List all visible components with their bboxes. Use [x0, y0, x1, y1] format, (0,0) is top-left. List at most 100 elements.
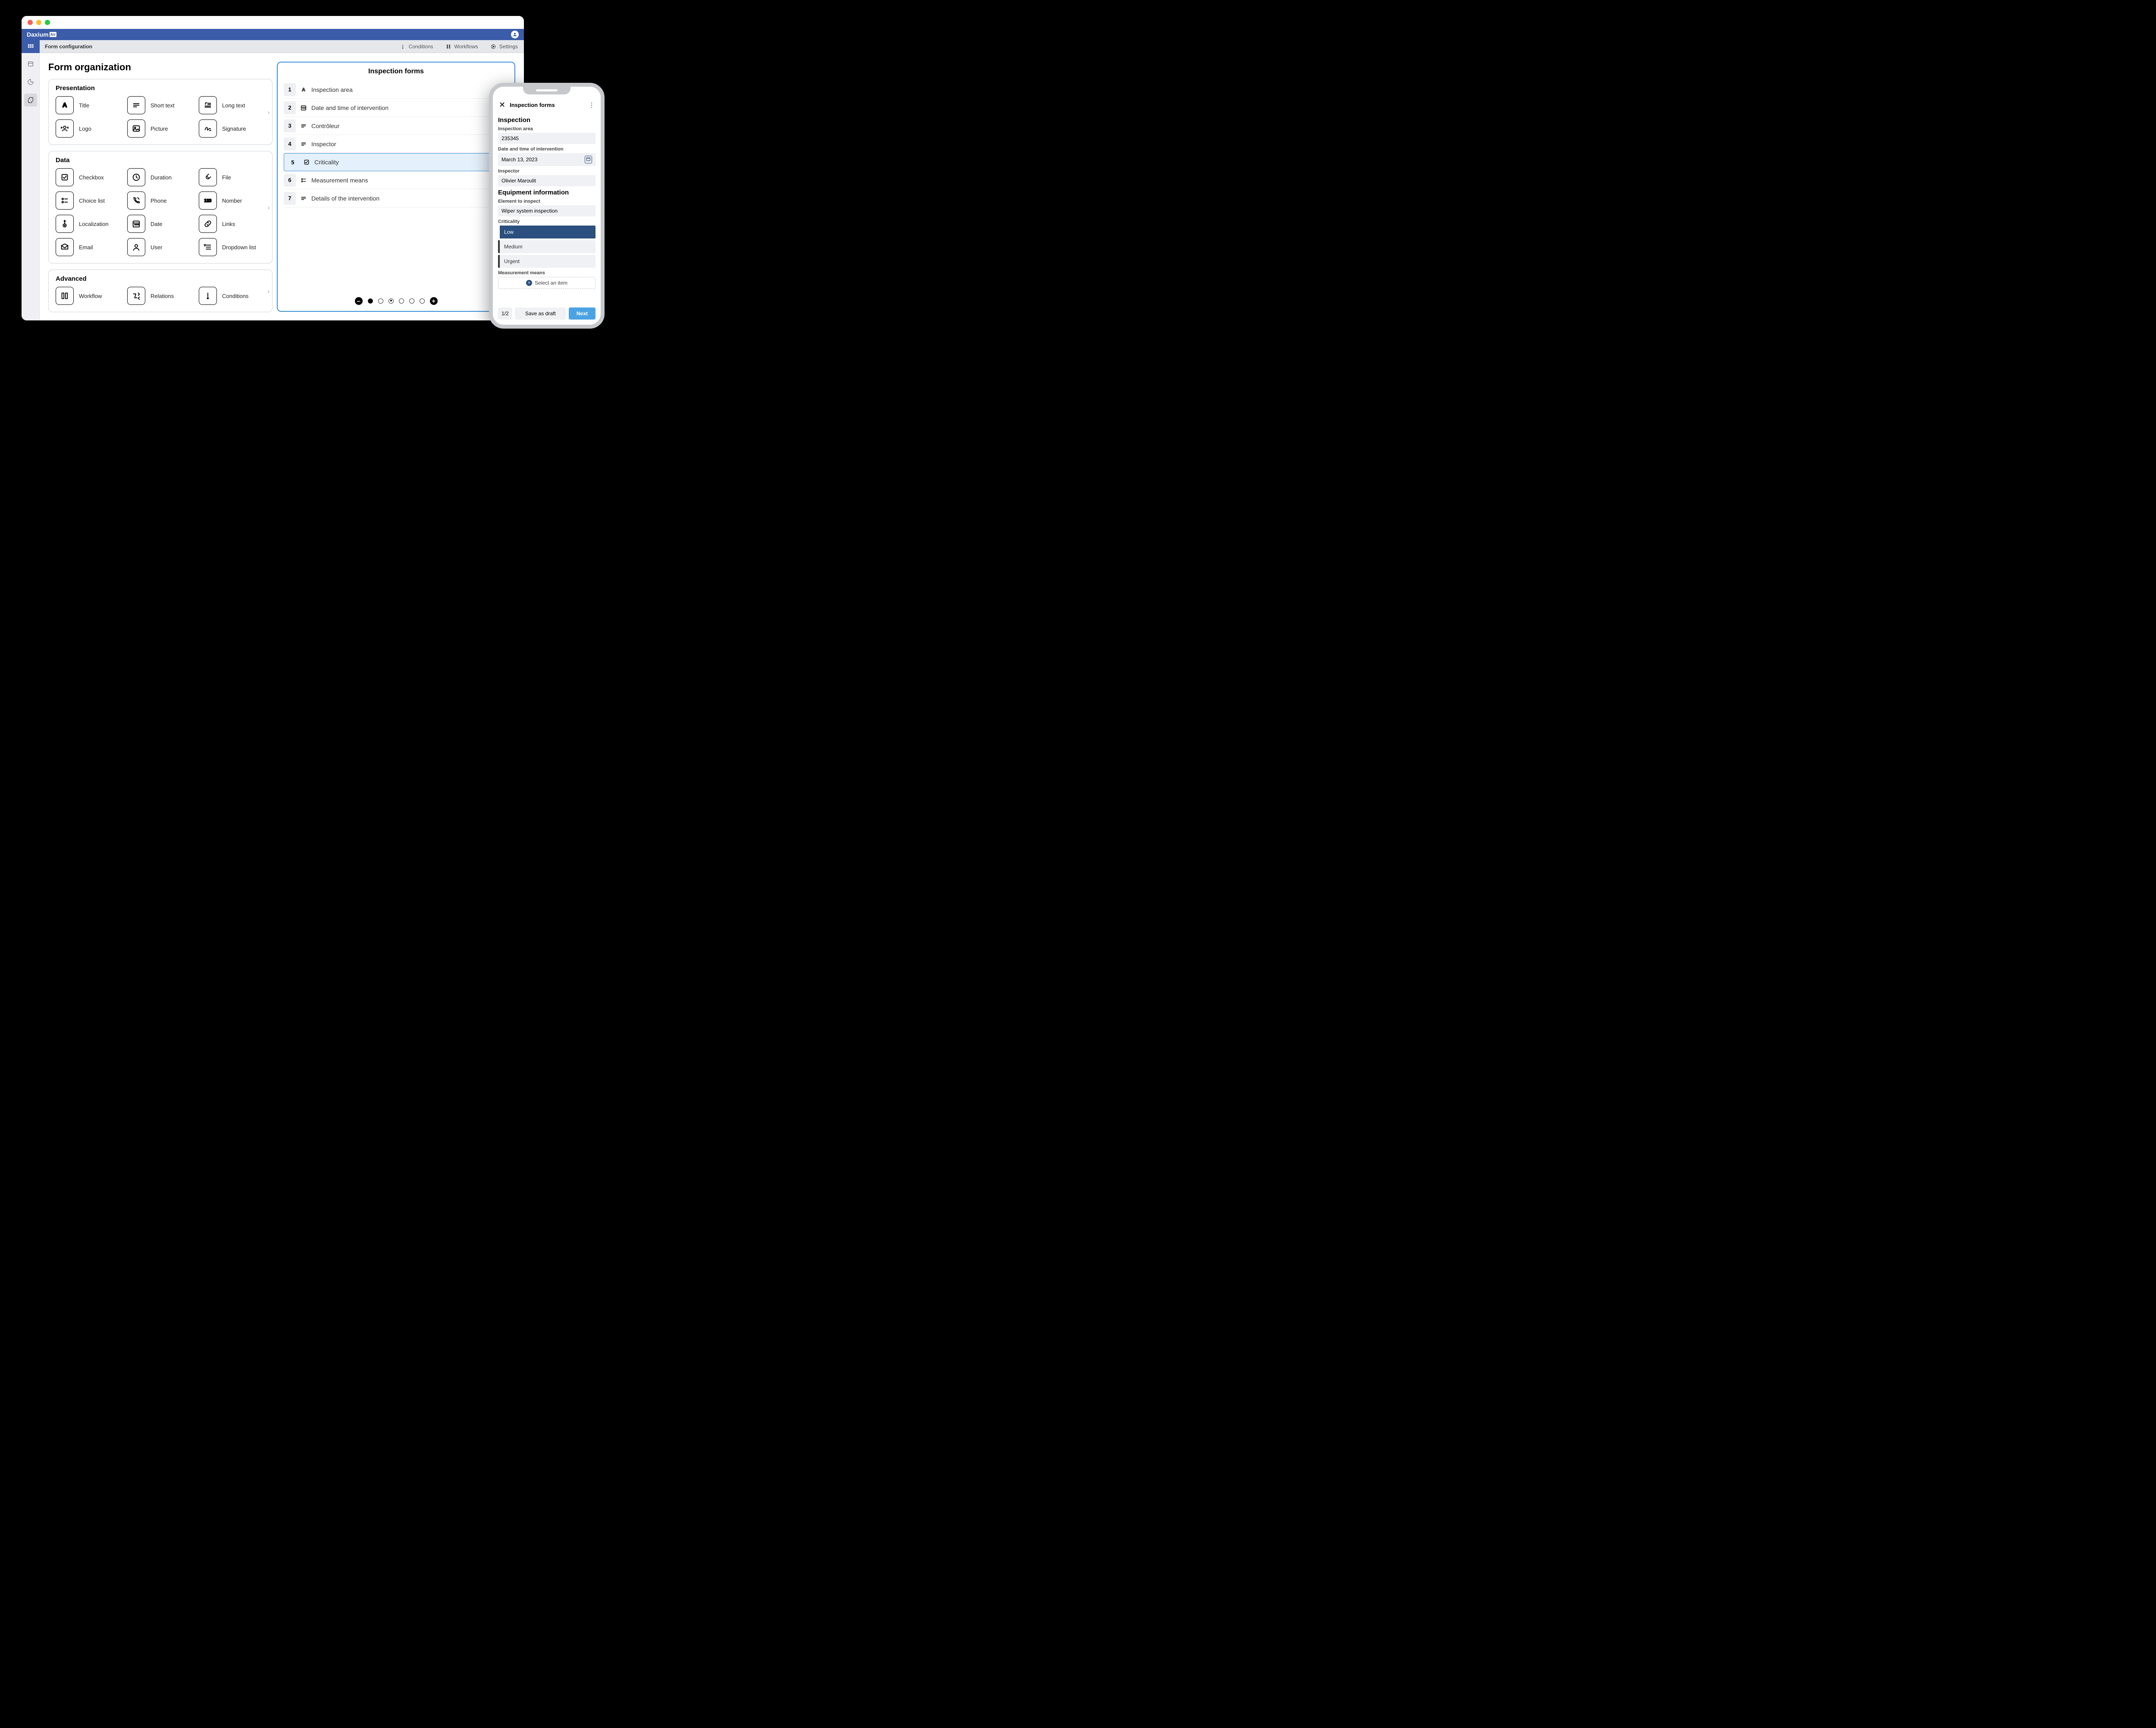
- kebab-menu-icon[interactable]: ⋮: [589, 101, 595, 109]
- save-draft-button[interactable]: Save as draft: [515, 307, 566, 320]
- tile-checkbox[interactable]: Checkbox: [56, 168, 122, 186]
- tile-relations[interactable]: Relations: [127, 287, 194, 305]
- user-avatar-icon[interactable]: [511, 31, 519, 38]
- select-item-button[interactable]: + Select an item: [498, 277, 595, 289]
- tile-number[interactable]: 123 Nomber: [199, 191, 265, 210]
- tile-email[interactable]: Email: [56, 238, 122, 256]
- tile-label: Duration: [150, 174, 172, 181]
- form-row[interactable]: 5 Criticality: [284, 153, 508, 171]
- criticality-option-low[interactable]: Low: [498, 226, 595, 238]
- field-label: Inspector: [498, 169, 595, 174]
- tile-choice-list[interactable]: Choice list: [56, 191, 122, 210]
- tile-label: File: [222, 174, 231, 181]
- tile-label: Logo: [79, 125, 91, 132]
- page-dot[interactable]: [409, 298, 414, 304]
- svg-text:A: A: [302, 87, 305, 92]
- app-menu-icon[interactable]: [22, 40, 40, 53]
- remove-page-button[interactable]: –: [355, 297, 363, 305]
- date-field[interactable]: March 13, 2023: [498, 153, 595, 166]
- maximize-window-icon[interactable]: [45, 20, 50, 25]
- short-text-icon: [299, 122, 308, 129]
- form-row[interactable]: 1 A Inspection area: [284, 81, 508, 99]
- tile-label: Localization: [79, 221, 109, 227]
- tile-title[interactable]: A Title: [56, 96, 122, 114]
- phone-notch: [523, 87, 570, 94]
- brand-badge: Air: [50, 32, 57, 37]
- tile-signature[interactable]: Signature: [199, 119, 265, 138]
- page-dot[interactable]: [389, 298, 394, 304]
- form-row[interactable]: 2 Date and time of intervention: [284, 99, 508, 117]
- element-field[interactable]: Wiper system inspection: [498, 205, 595, 216]
- page-dot[interactable]: [368, 298, 373, 304]
- tile-date[interactable]: Date: [127, 215, 194, 233]
- tile-label: Dropdown list: [222, 244, 256, 251]
- localization-icon: [56, 215, 74, 233]
- tile-picture[interactable]: Picture: [127, 119, 194, 138]
- signature-icon: [199, 119, 217, 138]
- inspector-field[interactable]: Olivier Maroulit: [498, 175, 595, 186]
- dropdown-icon: [199, 238, 217, 256]
- form-row[interactable]: 3 Contrôleur: [284, 117, 508, 135]
- tile-label: Signature: [222, 125, 246, 132]
- topnav-workflows[interactable]: Workflows: [439, 44, 484, 50]
- window-controls: [22, 16, 524, 29]
- criticality-option-medium[interactable]: Medium: [498, 240, 595, 253]
- tile-conditions[interactable]: Conditions: [199, 287, 265, 305]
- tile-logo[interactable]: Logo: [56, 119, 122, 138]
- tile-duration[interactable]: Duration: [127, 168, 194, 186]
- tile-label: Picture: [150, 125, 168, 132]
- tile-label: Choice list: [79, 198, 105, 204]
- svg-text:A: A: [63, 102, 67, 109]
- minimize-window-icon[interactable]: [36, 20, 41, 25]
- row-label: Inspection area: [311, 86, 353, 93]
- tile-workflow[interactable]: Workflow: [56, 287, 122, 305]
- criticality-option-urgent[interactable]: Urgent: [498, 255, 595, 268]
- calendar-icon[interactable]: [585, 156, 592, 163]
- chevron-right-icon[interactable]: ›: [264, 109, 273, 116]
- section-data: Data› Checkbox Duration File Choice list…: [48, 151, 273, 263]
- section-title: Advanced: [56, 275, 265, 282]
- close-window-icon[interactable]: [28, 20, 33, 25]
- phone-icon: [127, 191, 145, 210]
- page-dot[interactable]: [420, 298, 425, 304]
- sidebar-chart-icon[interactable]: [24, 75, 37, 88]
- app-window: Daxium Air Form configuration Conditions…: [22, 16, 524, 320]
- chevron-right-icon[interactable]: ›: [264, 204, 273, 211]
- sidebar-calendar-icon[interactable]: [24, 57, 37, 70]
- form-row[interactable]: 4 Inspector: [284, 135, 508, 153]
- topnav-conditions[interactable]: Conditions: [394, 44, 439, 50]
- mobile-title: Inspection forms: [510, 102, 584, 108]
- chevron-right-icon[interactable]: ›: [264, 288, 273, 295]
- tile-localization[interactable]: Localization: [56, 215, 122, 233]
- long-text-icon: [199, 96, 217, 114]
- form-row[interactable]: 7 Details of the intervention: [284, 189, 508, 207]
- short-text-icon: [299, 141, 308, 147]
- next-button[interactable]: Next: [569, 307, 595, 320]
- tile-phone[interactable]: Phone: [127, 191, 194, 210]
- inspection-area-field[interactable]: 235345: [498, 133, 595, 144]
- section-title: Presentation: [56, 85, 265, 92]
- tile-label: Checkbox: [79, 174, 104, 181]
- close-icon[interactable]: ✕: [499, 100, 505, 110]
- topnav-label: Workflows: [454, 44, 478, 50]
- tile-long-text[interactable]: Long text: [199, 96, 265, 114]
- email-icon: [56, 238, 74, 256]
- add-page-button[interactable]: +: [430, 297, 438, 305]
- tile-file[interactable]: File: [199, 168, 265, 186]
- page-dot[interactable]: [399, 298, 404, 304]
- choice-list-icon: [56, 191, 74, 210]
- tile-links[interactable]: Links: [199, 215, 265, 233]
- tile-label: Relations: [150, 293, 174, 299]
- sidebar-form-icon[interactable]: [24, 94, 37, 107]
- choice-list-icon: [299, 177, 308, 184]
- breadcrumb: Form configuration: [40, 44, 92, 50]
- short-text-icon: [127, 96, 145, 114]
- tile-short-text[interactable]: Short text: [127, 96, 194, 114]
- page-dot[interactable]: [378, 298, 383, 304]
- form-row[interactable]: 6 Measurement means: [284, 171, 508, 189]
- topnav-label: Conditions: [409, 44, 433, 50]
- topnav-settings[interactable]: Settings: [484, 44, 524, 50]
- tile-dropdown[interactable]: Dropdown list: [199, 238, 265, 256]
- row-label: Inspector: [311, 141, 336, 147]
- tile-user[interactable]: User: [127, 238, 194, 256]
